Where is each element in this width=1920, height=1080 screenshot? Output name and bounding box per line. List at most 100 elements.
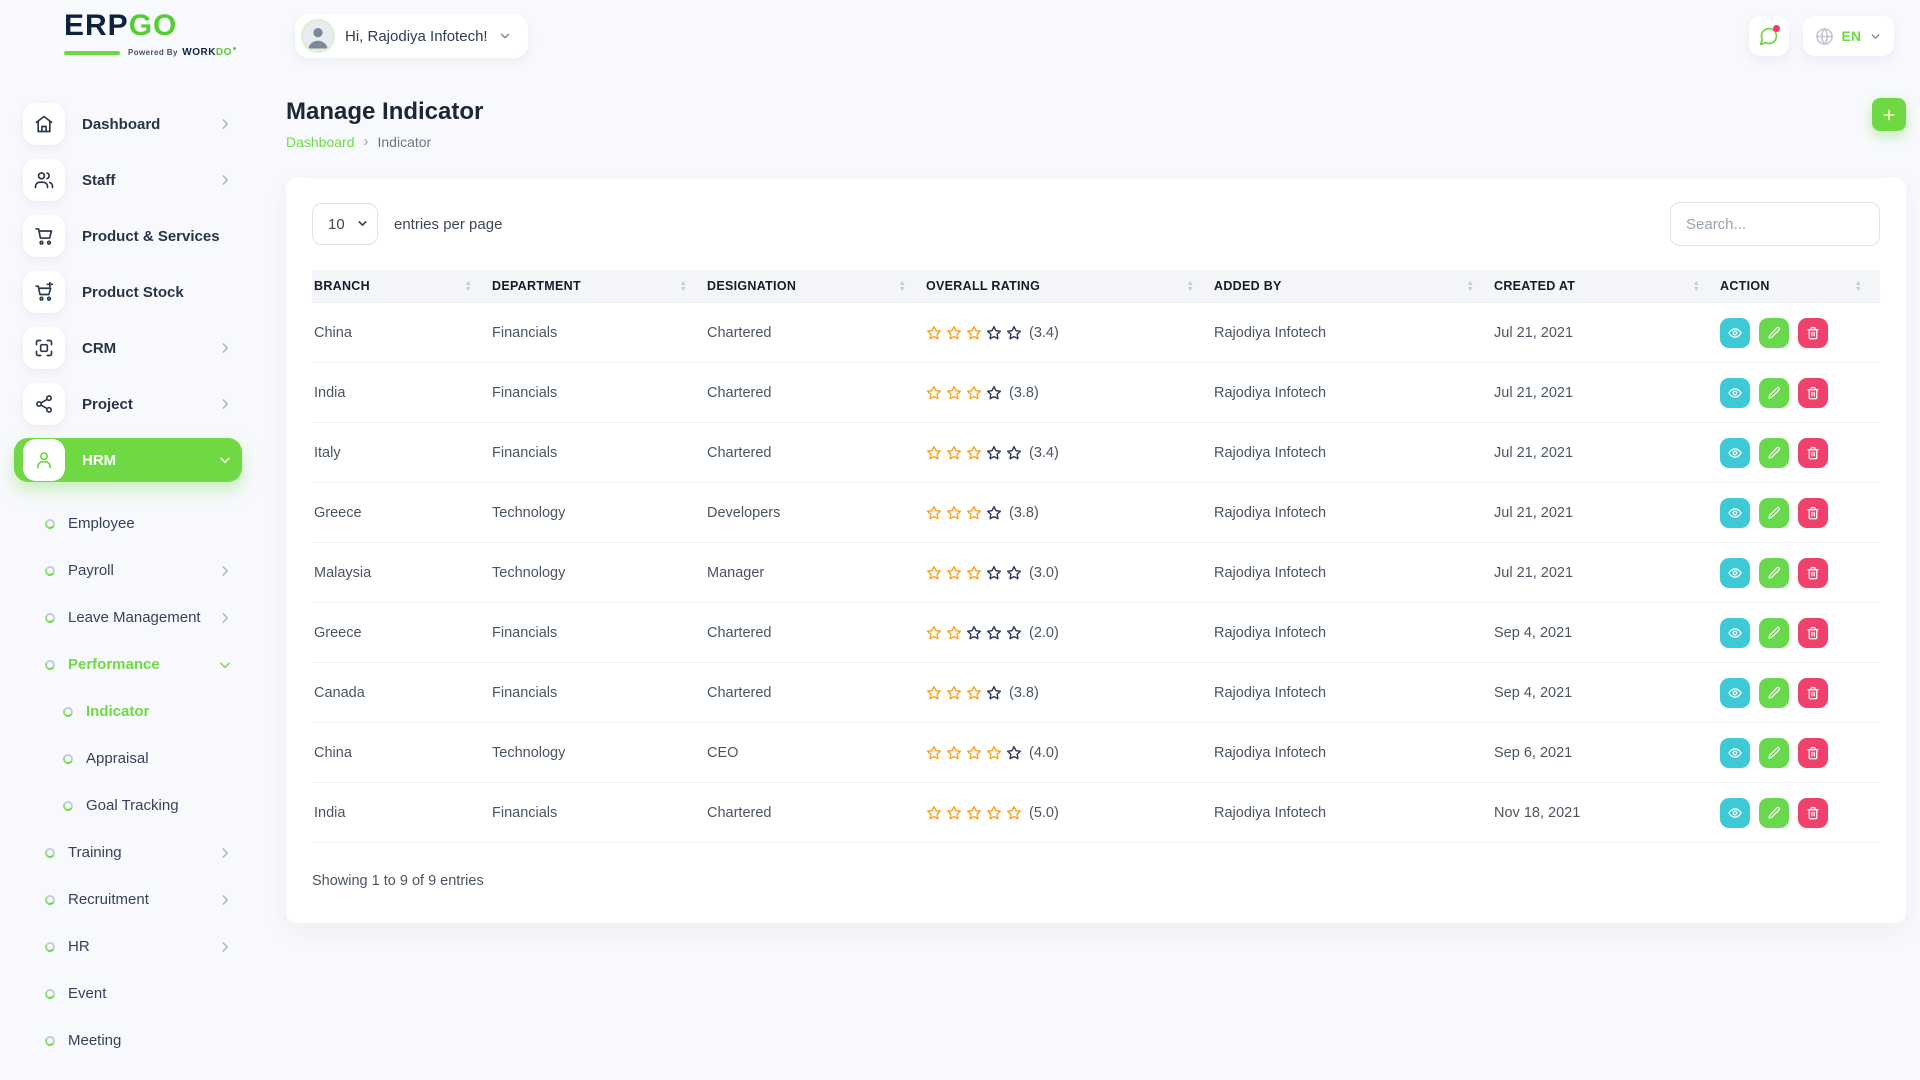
sidebar-item-employee[interactable]: Employee (45, 500, 232, 547)
rating-value: (3.4) (1029, 445, 1059, 461)
edit-button[interactable] (1759, 738, 1789, 768)
delete-button[interactable] (1798, 678, 1828, 708)
delete-button[interactable] (1798, 558, 1828, 588)
view-button[interactable] (1720, 498, 1750, 528)
sort-arrows-icon[interactable]: ▲▼ (899, 281, 906, 292)
sidebar-item-hrm[interactable]: HRM (14, 438, 242, 482)
sidebar-item-indicator[interactable]: Indicator (63, 688, 232, 735)
star-filled-icon (926, 505, 946, 521)
branch-cell: India (312, 783, 490, 843)
sidebar-item-product-stock[interactable]: Product Stock (14, 270, 242, 314)
sidebar-item-label: Employee (68, 515, 135, 532)
table-row: GreeceTechnologyDevelopers(3.8)Rajodiya … (312, 483, 1880, 543)
delete-button[interactable] (1798, 318, 1828, 348)
sort-arrows-icon[interactable]: ▲▼ (1187, 281, 1194, 292)
sidebar-item-staff[interactable]: Staff (14, 158, 242, 202)
sidebar-item-crm[interactable]: CRM (14, 326, 242, 370)
sidebar-item-payroll[interactable]: Payroll (45, 547, 232, 594)
star-filled-icon (966, 445, 986, 461)
sort-arrows-icon[interactable]: ▲▼ (680, 281, 687, 292)
edit-button[interactable] (1759, 678, 1789, 708)
edit-button[interactable] (1759, 618, 1789, 648)
sidebar-item-event[interactable]: Event (45, 970, 232, 1017)
breadcrumb-dashboard-link[interactable]: Dashboard (286, 134, 355, 150)
sidebar-item-hr[interactable]: HR (45, 923, 232, 970)
column-header-label: DEPARTMENT (492, 279, 581, 293)
department-cell: Financials (490, 603, 705, 663)
app-logo: ERPGO Powered By WORKDO (64, 11, 295, 62)
delete-button[interactable] (1798, 738, 1828, 768)
edit-button[interactable] (1759, 798, 1789, 828)
chevron-right-icon (218, 341, 232, 355)
rating-value: (4.0) (1029, 745, 1059, 761)
user-menu[interactable]: Hi, Rajodiya Infotech! (295, 14, 528, 58)
view-button[interactable] (1720, 438, 1750, 468)
star-empty-icon (986, 565, 1006, 581)
sort-arrows-icon[interactable]: ▲▼ (1467, 281, 1474, 292)
delete-button[interactable] (1798, 498, 1828, 528)
sidebar-item-project[interactable]: Project (14, 382, 242, 426)
created-at-cell: Sep 4, 2021 (1492, 603, 1718, 663)
column-header-label: ACTION (1720, 279, 1770, 293)
notification-dot (1773, 25, 1780, 32)
sort-arrows-icon[interactable]: ▲▼ (465, 281, 472, 292)
page-size-select[interactable]: 10 (312, 203, 378, 245)
sidebar-item-label: Indicator (86, 703, 149, 720)
sidebar-item-performance[interactable]: Performance (45, 641, 232, 688)
indicator-table-card: 10 entries per page BRANCH▲▼DEPAR (286, 178, 1906, 923)
crm-icon (23, 327, 65, 369)
edit-button[interactable] (1759, 318, 1789, 348)
view-button[interactable] (1720, 618, 1750, 648)
star-filled-icon (946, 625, 966, 641)
chevron-right-icon (218, 397, 232, 411)
edit-button[interactable] (1759, 378, 1789, 408)
sort-arrows-icon[interactable]: ▲▼ (1855, 281, 1862, 292)
pencil-icon (1767, 746, 1781, 760)
sidebar-item-label: Goal Tracking (86, 797, 179, 814)
sort-arrows-icon[interactable]: ▲▼ (1693, 281, 1700, 292)
edit-button[interactable] (1759, 438, 1789, 468)
logo-go: GO (129, 11, 178, 41)
search-input[interactable] (1670, 202, 1880, 246)
star-filled-icon (926, 385, 946, 401)
sidebar-item-meeting[interactable]: Meeting (45, 1017, 232, 1064)
added-by-cell: Rajodiya Infotech (1212, 783, 1492, 843)
view-button[interactable] (1720, 798, 1750, 828)
view-button[interactable] (1720, 318, 1750, 348)
delete-button[interactable] (1798, 618, 1828, 648)
added-by-cell: Rajodiya Infotech (1212, 483, 1492, 543)
view-button[interactable] (1720, 378, 1750, 408)
view-button[interactable] (1720, 678, 1750, 708)
delete-button[interactable] (1798, 378, 1828, 408)
branch-cell: China (312, 723, 490, 783)
sidebar-item-appraisal[interactable]: Appraisal (63, 735, 232, 782)
sidebar-item-training[interactable]: Training (45, 829, 232, 876)
sidebar-item-label: Training (68, 844, 122, 861)
messenger-button[interactable] (1749, 16, 1789, 56)
star-filled-icon (1006, 805, 1026, 821)
column-header-label: DESIGNATION (707, 279, 796, 293)
designation-cell: Chartered (705, 783, 924, 843)
view-button[interactable] (1720, 738, 1750, 768)
language-selector[interactable]: EN (1803, 16, 1894, 56)
sidebar-item-recruitment[interactable]: Recruitment (45, 876, 232, 923)
delete-button[interactable] (1798, 438, 1828, 468)
table-body: ChinaFinancials Chartered (3.4) Rajodiya In… (312, 303, 1880, 843)
star-filled-icon (966, 565, 986, 581)
edit-button[interactable] (1759, 498, 1789, 528)
sidebar-item-dashboard[interactable]: Dashboard (14, 102, 242, 146)
sidebar-item-leave-management[interactable]: Leave Management (45, 594, 232, 641)
delete-button[interactable] (1798, 798, 1828, 828)
trash-icon (1806, 446, 1820, 460)
table-header-row: BRANCH▲▼DEPARTMENT▲▼DESIGNATION▲▼OVERALL… (312, 270, 1880, 303)
edit-button[interactable] (1759, 558, 1789, 588)
trash-icon (1806, 566, 1820, 580)
create-indicator-button[interactable] (1872, 98, 1906, 131)
sidebar-item-product-services[interactable]: Product & Services (14, 214, 242, 258)
logo-underline (64, 51, 120, 55)
sidebar-item-goal-tracking[interactable]: Goal Tracking (63, 782, 232, 829)
sidebar: Dashboard Staff Product & Services Product … (0, 72, 262, 1068)
pencil-icon (1767, 446, 1781, 460)
view-button[interactable] (1720, 558, 1750, 588)
star-empty-icon (1006, 325, 1026, 341)
